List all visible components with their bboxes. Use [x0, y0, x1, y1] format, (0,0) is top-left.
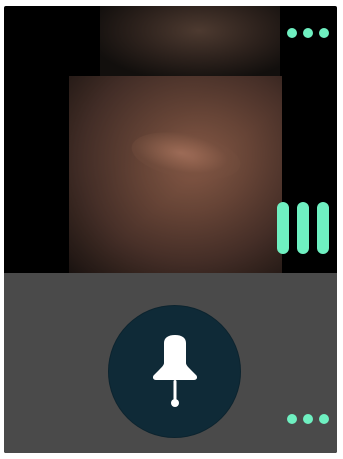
- vertical-bar-icon: [317, 202, 329, 254]
- video-feed-main: [69, 76, 282, 273]
- vertical-bars-button[interactable]: [277, 202, 329, 254]
- more-horizontal-icon: [303, 414, 313, 424]
- pushpin-icon: [152, 334, 197, 407]
- video-call-frame: [4, 6, 337, 453]
- more-horizontal-icon: [319, 28, 329, 38]
- more-horizontal-icon: [303, 28, 313, 38]
- bottom-control-panel: [4, 273, 337, 453]
- vertical-bar-icon: [277, 202, 289, 254]
- pin-button[interactable]: [108, 305, 241, 438]
- more-horizontal-icon: [287, 28, 297, 38]
- vertical-bar-icon: [297, 202, 309, 254]
- more-horizontal-icon: [319, 414, 329, 424]
- video-feed-top: [100, 6, 280, 76]
- more-options-button-bottom[interactable]: [287, 414, 329, 424]
- more-horizontal-icon: [287, 414, 297, 424]
- more-options-button-top[interactable]: [287, 28, 329, 38]
